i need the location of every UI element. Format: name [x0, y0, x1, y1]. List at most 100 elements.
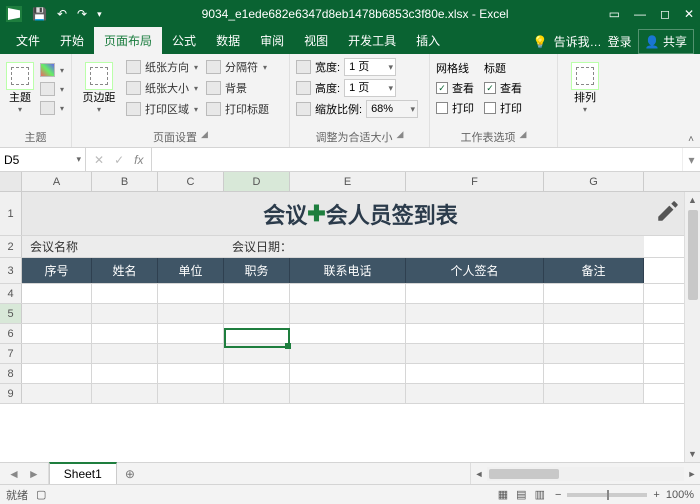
cell[interactable] — [406, 284, 544, 303]
cell[interactable] — [224, 384, 290, 403]
cell[interactable] — [290, 324, 406, 343]
row-header[interactable]: 5 — [0, 304, 22, 323]
tab-view[interactable]: 视图 — [294, 27, 338, 54]
cell[interactable] — [544, 364, 644, 383]
sheet-options-launcher-icon[interactable]: ◢ — [520, 129, 527, 145]
cell[interactable] — [22, 304, 92, 323]
cell[interactable] — [92, 364, 158, 383]
cell[interactable] — [92, 324, 158, 343]
page-layout-view-icon[interactable]: ▤ — [516, 488, 526, 501]
tab-review[interactable]: 审阅 — [250, 27, 294, 54]
tab-page-layout[interactable]: 页面布局 — [94, 27, 162, 54]
cell[interactable] — [290, 284, 406, 303]
close-icon[interactable]: ✕ — [684, 7, 694, 21]
table-header-cell[interactable]: 个人签名 — [406, 258, 544, 283]
zoom-in-icon[interactable]: + — [653, 489, 659, 501]
scroll-down-icon[interactable]: ▼ — [688, 446, 697, 462]
cell[interactable] — [406, 384, 544, 403]
cell[interactable] — [92, 384, 158, 403]
select-all-button[interactable] — [0, 172, 22, 191]
table-header-cell[interactable]: 单位 — [158, 258, 224, 283]
zoom-slider[interactable] — [567, 493, 647, 497]
page-break-view-icon[interactable]: ▥ — [535, 488, 545, 501]
cell[interactable] — [406, 324, 544, 343]
login-link[interactable]: 登录 — [608, 33, 632, 50]
sheet-tab[interactable]: Sheet1 — [49, 462, 117, 484]
vertical-scrollbar[interactable]: ▲ ▼ — [684, 192, 700, 462]
column-header-A[interactable]: A — [22, 172, 92, 191]
cell[interactable] — [158, 324, 224, 343]
cell[interactable] — [158, 384, 224, 403]
column-header-E[interactable]: E — [290, 172, 406, 191]
tab-home[interactable]: 开始 — [50, 27, 94, 54]
cell[interactable] — [158, 344, 224, 363]
arrange-button[interactable]: 排列 ▾ — [564, 58, 606, 115]
save-icon[interactable]: 💾 — [32, 7, 47, 21]
row-header[interactable]: 2 — [0, 236, 22, 257]
cell[interactable] — [92, 344, 158, 363]
tell-me[interactable]: 告诉我… — [554, 33, 602, 50]
tab-data[interactable]: 数据 — [206, 27, 250, 54]
gridlines-view-checkbox[interactable]: ✓查看 — [436, 80, 474, 96]
cell[interactable] — [544, 324, 644, 343]
cell[interactable] — [406, 344, 544, 363]
cell[interactable] — [224, 284, 290, 303]
cell[interactable] — [290, 384, 406, 403]
meeting-date-cell[interactable]: 会议日期： — [224, 236, 644, 257]
hscroll-thumb[interactable] — [489, 469, 559, 479]
cell[interactable] — [22, 364, 92, 383]
cell[interactable] — [224, 324, 290, 343]
breaks-button[interactable]: 分隔符▾ — [204, 58, 271, 76]
size-button[interactable]: 纸张大小▾ — [124, 79, 200, 97]
height-select[interactable]: 1 页 — [344, 79, 396, 97]
normal-view-icon[interactable]: ▦ — [498, 488, 508, 501]
margins-button[interactable]: 页边距 ▾ — [78, 58, 120, 115]
scroll-thumb[interactable] — [688, 210, 698, 300]
tab-insert[interactable]: 插入 — [406, 27, 450, 54]
zoom-level[interactable]: 100% — [666, 489, 694, 501]
expand-formula-bar-icon[interactable]: ▾ — [682, 148, 700, 171]
column-header-C[interactable]: C — [158, 172, 224, 191]
cell[interactable] — [544, 384, 644, 403]
formula-bar[interactable] — [152, 148, 682, 171]
row-header[interactable]: 6 — [0, 324, 22, 343]
tab-developer[interactable]: 开发工具 — [338, 27, 406, 54]
scroll-right-icon[interactable]: ► — [684, 469, 700, 479]
cell[interactable] — [92, 304, 158, 323]
theme-colors-button[interactable]: ▾ — [38, 62, 66, 78]
minimize-icon[interactable]: — — [634, 7, 646, 21]
new-sheet-button[interactable]: ⊕ — [117, 463, 143, 484]
cells-area[interactable]: 1会议✚会人员签到表2会议名称会议日期：3序号姓名单位职务联系电话个人签名备注4… — [0, 192, 700, 462]
cell[interactable] — [544, 344, 644, 363]
table-header-cell[interactable]: 姓名 — [92, 258, 158, 283]
share-button[interactable]: 👤 共享 — [638, 29, 694, 54]
enter-icon[interactable]: ✓ — [114, 153, 124, 167]
cell[interactable] — [290, 344, 406, 363]
cell[interactable] — [22, 284, 92, 303]
theme-fonts-button[interactable]: ▾ — [38, 81, 66, 97]
column-header-D[interactable]: D — [224, 172, 290, 191]
cell[interactable] — [544, 304, 644, 323]
tab-formulas[interactable]: 公式 — [162, 27, 206, 54]
gridlines-print-checkbox[interactable]: 打印 — [436, 100, 474, 116]
cell[interactable] — [158, 364, 224, 383]
width-select[interactable]: 1 页 — [344, 58, 396, 76]
undo-icon[interactable]: ↶ — [57, 7, 67, 21]
headings-view-checkbox[interactable]: ✓查看 — [484, 80, 522, 96]
fx-icon[interactable]: fx — [134, 153, 143, 167]
table-header-cell[interactable]: 联系电话 — [290, 258, 406, 283]
cell[interactable] — [22, 344, 92, 363]
column-header-G[interactable]: G — [544, 172, 644, 191]
background-button[interactable]: 背景 — [204, 79, 271, 97]
scroll-up-icon[interactable]: ▲ — [688, 192, 697, 208]
cell[interactable] — [544, 284, 644, 303]
meeting-name-cell[interactable]: 会议名称 — [22, 236, 224, 257]
cell[interactable] — [22, 324, 92, 343]
zoom-out-icon[interactable]: − — [555, 489, 561, 501]
table-header-cell[interactable]: 序号 — [22, 258, 92, 283]
sheet-nav[interactable]: ◄► — [0, 463, 49, 484]
orientation-button[interactable]: 纸张方向▾ — [124, 58, 200, 76]
cell[interactable] — [92, 284, 158, 303]
cell[interactable] — [224, 344, 290, 363]
ribbon-options-icon[interactable]: ▭ — [609, 7, 620, 21]
